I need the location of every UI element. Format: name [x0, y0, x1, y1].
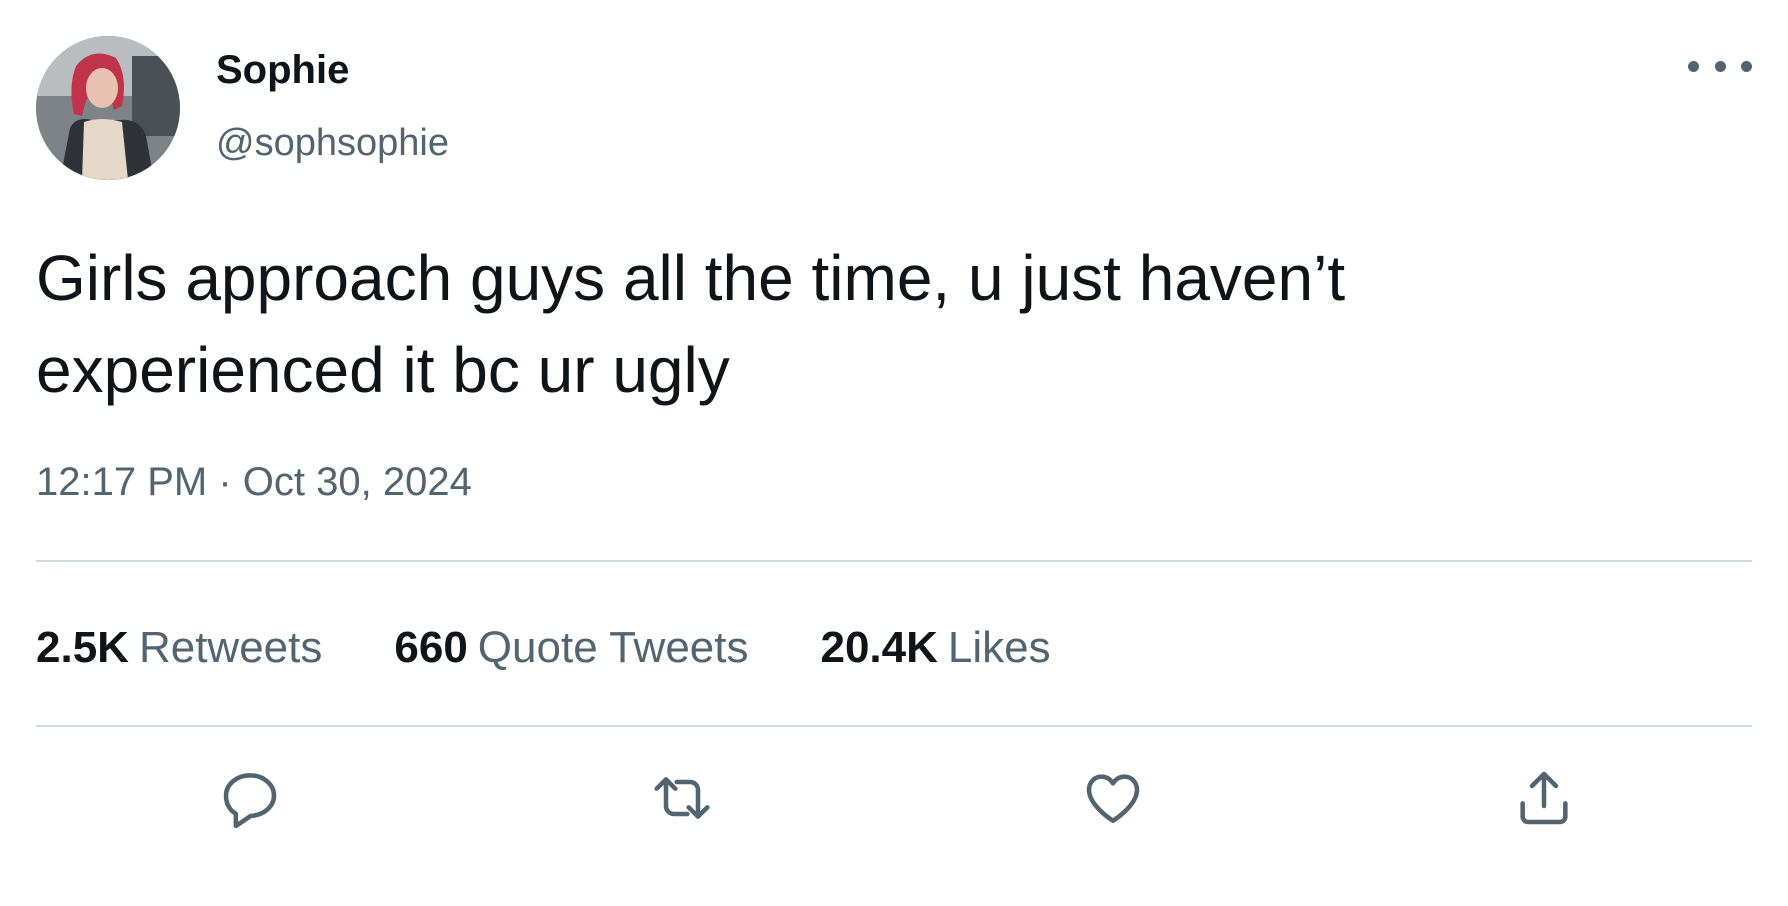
tweet-date: Oct 30, 2024 — [242, 460, 472, 504]
timestamp-separator: · — [218, 460, 232, 504]
retweet-button[interactable] — [644, 760, 720, 836]
retweets-stat[interactable]: 2.5K Retweets — [36, 626, 322, 670]
retweet-icon — [654, 777, 710, 819]
action-bar — [0, 760, 1788, 850]
reply-button[interactable] — [212, 760, 288, 836]
share-button[interactable] — [1506, 760, 1582, 836]
retweets-label: Retweets — [138, 623, 323, 672]
quote-tweets-stat[interactable]: 660 Quote Tweets — [394, 626, 748, 670]
likes-label: Likes — [947, 623, 1051, 672]
divider — [36, 725, 1752, 727]
tweet-text: Girls approach guys all the time, u just… — [36, 242, 1346, 406]
quote-tweets-count: 660 — [394, 623, 468, 672]
tweet-card: Sophie @sophsophie Girls approach guys a… — [0, 0, 1788, 906]
divider — [36, 560, 1752, 562]
more-options-button[interactable] — [1688, 52, 1752, 80]
quote-tweets-label: Quote Tweets — [477, 623, 749, 672]
profile-photo-icon — [36, 36, 180, 180]
likes-count: 20.4K — [820, 623, 938, 672]
username-handle[interactable]: @sophsophie — [216, 124, 449, 162]
more-dot-icon — [1714, 60, 1726, 72]
avatar[interactable] — [36, 36, 180, 180]
tweet-timestamp[interactable]: 12:17 PM · Oct 30, 2024 — [36, 462, 472, 502]
retweets-count: 2.5K — [36, 623, 129, 672]
display-name[interactable]: Sophie — [216, 50, 349, 90]
reply-icon — [223, 773, 277, 829]
share-icon — [1520, 771, 1568, 825]
likes-stat[interactable]: 20.4K Likes — [820, 626, 1050, 670]
engagement-stats: 2.5K Retweets 660 Quote Tweets 20.4K Likes — [36, 626, 1123, 670]
like-button[interactable] — [1075, 760, 1151, 836]
more-dot-icon — [1688, 60, 1699, 72]
tweet-time: 12:17 PM — [36, 460, 208, 504]
like-icon — [1086, 774, 1140, 823]
more-dot-icon — [1741, 60, 1752, 72]
